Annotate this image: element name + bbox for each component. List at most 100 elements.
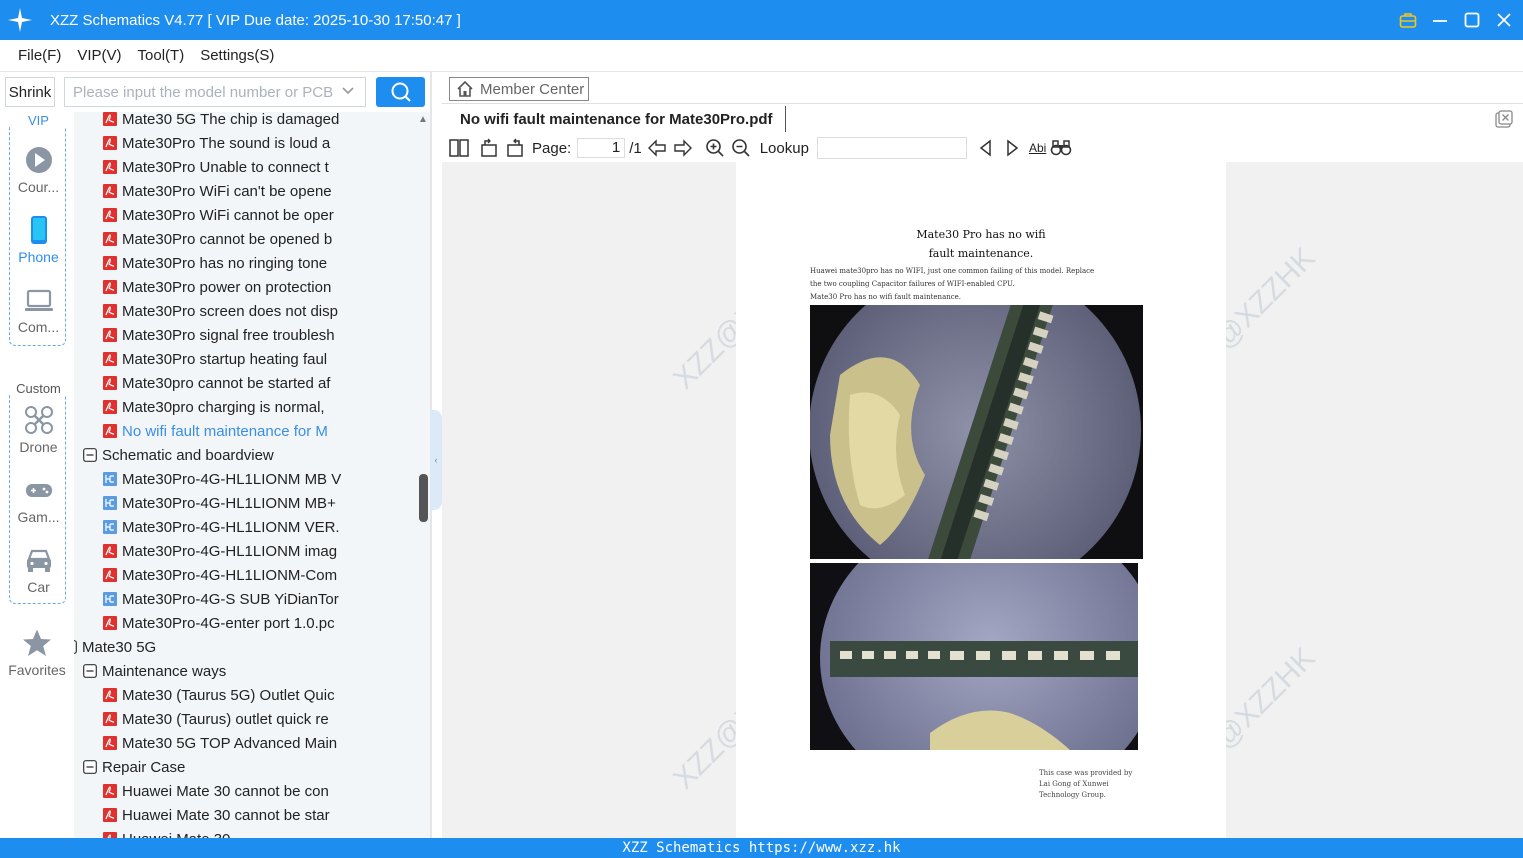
tree-item[interactable]: Mate30Pro-4G-enter port 1.0.pc <box>103 612 407 636</box>
pdf-icon <box>103 806 117 822</box>
pdf-icon <box>103 686 117 702</box>
member-bar: Member Center <box>442 72 1523 104</box>
member-center-button[interactable]: Member Center <box>449 77 589 101</box>
tree-item[interactable]: Mate30Pro-4G-HL1LIONM VER. <box>103 516 407 540</box>
search-row: Shrink Please input the model number or … <box>0 72 434 112</box>
tree-scrollbar[interactable] <box>419 474 428 522</box>
pdf-icon <box>103 734 117 750</box>
home-icon <box>457 80 473 97</box>
tree-item[interactable]: Mate30 (Taurus) outlet quick re <box>103 708 407 732</box>
nav-favorites[interactable]: Favorites <box>0 628 74 678</box>
pdf-icon <box>103 230 117 246</box>
tree-label: Huawei Mate 30 cannot be con <box>122 783 329 800</box>
tree-label: Maintenance ways <box>102 663 227 680</box>
collapse-tab[interactable]: ‹ <box>430 410 442 510</box>
maximize-button[interactable] <box>1463 11 1481 29</box>
page-number-input[interactable]: 1 <box>577 138 626 158</box>
tree-item[interactable]: Mate30Pro-4G-S SUB YiDianTor <box>103 588 407 612</box>
shrink-button[interactable]: Shrink <box>5 77 55 107</box>
find-next-icon[interactable] <box>1001 137 1023 159</box>
tree-item[interactable]: Mate30Pro The sound is loud a <box>103 132 407 156</box>
collapse-icon[interactable] <box>83 662 97 678</box>
tree-item[interactable]: Mate30pro cannot be started af <box>103 372 407 396</box>
tree-label: Mate30Pro-4G-HL1LIONM imag <box>122 543 338 560</box>
nav-drone[interactable]: Drone <box>10 405 67 455</box>
nav-game[interactable]: Gam... <box>10 475 67 525</box>
pdf-icon <box>103 830 117 838</box>
category-nav: VIP Cour... Phone Com... Custom Drone Ga… <box>0 112 74 838</box>
car-icon <box>26 549 51 572</box>
tree-label: Mate30Pro cannot be opened b <box>122 231 333 248</box>
collapse-icon[interactable] <box>83 446 97 462</box>
schematic-icon <box>103 518 117 534</box>
match-case-button[interactable]: Abi <box>1029 137 1046 159</box>
tree-item[interactable]: Mate30Pro Unable to connect t <box>103 156 407 180</box>
find-prev-icon[interactable] <box>975 137 997 159</box>
prev-page-icon[interactable] <box>646 137 668 159</box>
pcb-photo-1 <box>810 305 1143 559</box>
tree-item[interactable]: Huawei Mate 30 ... <box>103 828 407 838</box>
tree-label: Mate30Pro screen does not disp <box>122 303 338 320</box>
menu-tool[interactable]: Tool(T) <box>138 47 185 64</box>
tree-item[interactable]: Mate30 5G TOP Advanced Main <box>103 732 407 756</box>
chevron-down-icon[interactable] <box>341 84 355 102</box>
tree-item[interactable]: Mate30Pro WiFi can't be opene <box>103 180 407 204</box>
nav-car-label: Car <box>27 579 50 595</box>
vip-bag-icon[interactable] <box>1399 11 1417 29</box>
nav-game-label: Gam... <box>17 509 60 525</box>
nav-favorites-label: Favorites <box>8 662 66 678</box>
tree-item[interactable]: Mate30Pro-4G-HL1LIONM MB V <box>103 468 407 492</box>
tree-folder[interactable]: Mate30 5G <box>74 636 407 660</box>
close-tab-icon[interactable] <box>1495 110 1513 131</box>
tree-item[interactable]: Mate30Pro has no ringing tone <box>103 252 407 276</box>
tree-item[interactable]: Huawei Mate 30 cannot be star <box>103 804 407 828</box>
minimize-button[interactable] <box>1431 11 1449 29</box>
nav-drone-label: Drone <box>19 439 58 455</box>
zoom-in-icon[interactable] <box>704 137 726 159</box>
scroll-up-icon[interactable]: ▲ <box>418 114 428 125</box>
rotate-left-icon[interactable] <box>478 137 500 159</box>
tree-item[interactable]: Mate30pro charging is normal, <box>103 396 407 420</box>
tree-item[interactable]: Huawei Mate 30 cannot be con <box>103 780 407 804</box>
next-page-icon[interactable] <box>672 137 694 159</box>
collapse-icon[interactable] <box>74 638 77 654</box>
two-page-icon[interactable] <box>448 137 470 159</box>
tree-item[interactable]: Mate30Pro-4G-HL1LIONM imag <box>103 540 407 564</box>
tree-item[interactable]: Mate30Pro-4G-HL1LIONM MB+ <box>103 492 407 516</box>
menu-vip[interactable]: VIP(V) <box>77 47 121 64</box>
pdf-icon <box>103 398 117 414</box>
rotate-right-icon[interactable] <box>504 137 526 159</box>
nav-phone[interactable]: Phone <box>10 215 67 265</box>
nav-course[interactable]: Cour... <box>10 145 67 195</box>
collapse-icon[interactable] <box>83 758 97 774</box>
tree-item[interactable]: Mate30Pro signal free troublesh <box>103 324 407 348</box>
nav-computer-label: Com... <box>17 319 60 335</box>
tree-item[interactable]: Mate30Pro screen does not disp <box>103 300 407 324</box>
tree-folder[interactable]: Schematic and boardview <box>83 444 407 468</box>
search-input[interactable]: Please input the model number or PCB <box>64 77 366 107</box>
tree-folder[interactable]: Repair Case <box>83 756 407 780</box>
tree-folder[interactable]: Maintenance ways <box>83 660 407 684</box>
tree-item[interactable]: Mate30Pro-4G-HL1LIONM-Com <box>103 564 407 588</box>
tree-item[interactable]: Mate30Pro cannot be opened b <box>103 228 407 252</box>
tree-item[interactable]: Mate30Pro power on protection <box>103 276 407 300</box>
tree-item[interactable]: Mate30 5G The chip is damaged <box>103 112 407 132</box>
nav-computer[interactable]: Com... <box>10 285 67 335</box>
tree-item[interactable]: Mate30Pro startup heating faul <box>103 348 407 372</box>
document-tab[interactable]: No wifi fault maintenance for Mate30Pro.… <box>450 106 786 132</box>
pdf-viewer[interactable]: XZZ@XZZHK XZZ@XZZHK XZZ@XZZHK XZZ@XZZHK … <box>442 162 1523 838</box>
binoculars-icon[interactable] <box>1050 137 1072 159</box>
close-button[interactable] <box>1495 11 1513 29</box>
menu-file[interactable]: File(F) <box>18 47 61 64</box>
search-button[interactable] <box>376 77 425 107</box>
tree-item[interactable]: Mate30Pro WiFi cannot be oper <box>103 204 407 228</box>
tree-item[interactable]: Mate30 (Taurus 5G) Outlet Quic <box>103 684 407 708</box>
pdf-icon <box>103 614 117 630</box>
phone-icon <box>30 216 47 244</box>
zoom-out-icon[interactable] <box>730 137 752 159</box>
tree-item[interactable]: No wifi fault maintenance for M <box>103 420 407 444</box>
lookup-input[interactable] <box>816 137 967 159</box>
pdf-icon <box>103 254 117 270</box>
menu-settings[interactable]: Settings(S) <box>200 47 274 64</box>
nav-car[interactable]: Car <box>10 545 67 595</box>
